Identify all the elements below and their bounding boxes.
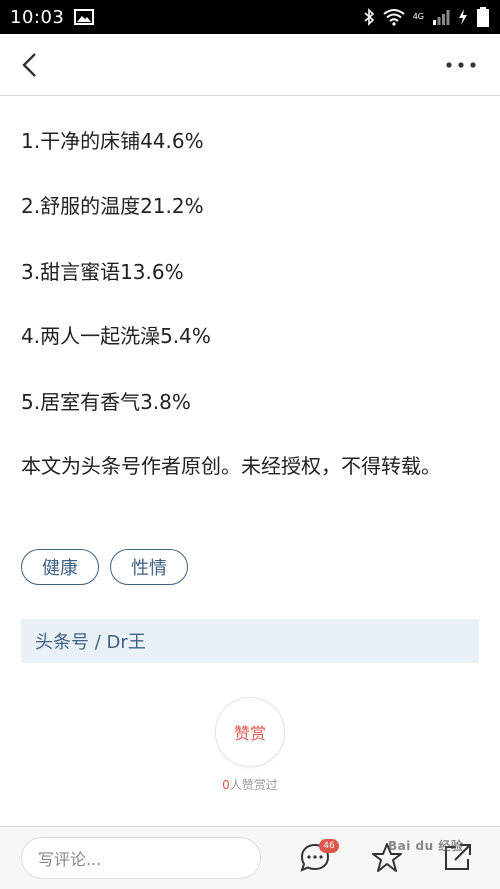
more-icon[interactable] [444,56,478,74]
list-item: 3.甜言蜜语13.6% [21,260,184,284]
comment-input[interactable]: 写评论... [21,837,261,879]
list-item: 2.舒服的温度21.2% [21,194,204,218]
network-label: 4G [412,12,424,21]
battery-icon [477,7,489,27]
wifi-icon [383,9,405,26]
comment-count-badge: 46 [319,839,339,853]
source-author[interactable]: 头条号 / Dr王 [21,619,479,663]
reward-button[interactable]: 赞赏 [215,697,285,767]
reward-count: 0人赞赏过 [0,776,500,793]
tag-health[interactable]: 健康 [21,549,99,585]
signal-icon [433,10,450,25]
charging-icon [459,9,467,25]
status-time: 10:03 [10,6,65,28]
baidu-watermark: Bai du 经验 [388,839,464,853]
tag-temperament[interactable]: 性情 [110,549,188,585]
status-bar: 10:03 4G [0,0,500,34]
reward-count-suffix: 人赞赏过 [229,778,278,792]
image-icon [74,9,95,25]
bottom-bar: 写评论... 46 Bai du 经验 [0,826,500,889]
back-arrow-icon[interactable] [16,50,46,80]
list-item: 1.干净的床铺44.6% [21,129,204,153]
list-item: 5.居室有香气3.8% [21,390,191,414]
reward-count-number: 0 [222,778,230,792]
bluetooth-icon [364,8,374,26]
copyright-notice: 本文为头条号作者原创。未经授权，不得转载。 [21,454,441,478]
nav-bar [0,34,500,96]
list-item: 4.两人一起洗澡5.4% [21,324,211,348]
